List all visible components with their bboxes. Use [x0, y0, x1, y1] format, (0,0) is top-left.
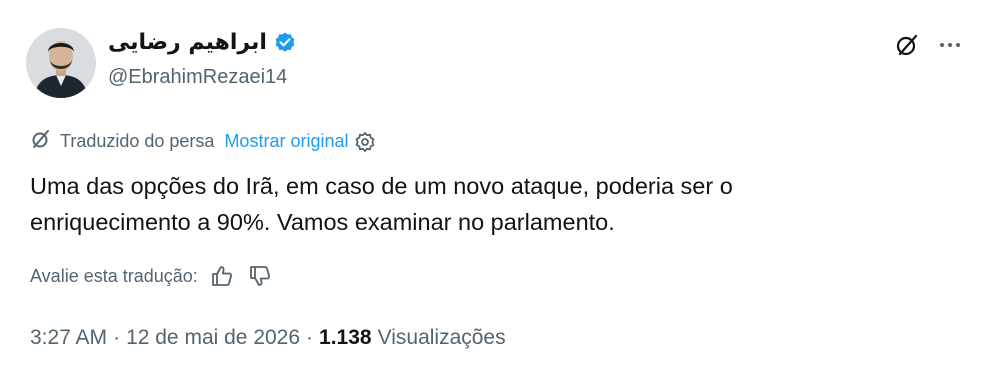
tweet-time[interactable]: 3:27 AM — [30, 326, 107, 350]
translation-note: Traduzido do persa — [60, 131, 215, 151]
translate-icon — [30, 128, 52, 155]
grok-icon[interactable] — [894, 32, 920, 58]
tweet-text: Uma das opções do Irã, em caso de um nov… — [30, 168, 930, 240]
tweet-date[interactable]: 12 de mai de 2026 — [126, 326, 300, 350]
verified-badge-icon[interactable] — [273, 31, 297, 55]
views-label: Visualizações — [377, 326, 506, 349]
avatar[interactable] — [26, 28, 96, 98]
rate-translation-label: Avalie esta tradução: — [30, 265, 198, 286]
translation-info-row: Traduzido do persa Mostrar original — [30, 128, 376, 155]
author-name[interactable]: ابراهیم رضایی — [108, 30, 267, 55]
views-count: 1.138 — [319, 326, 372, 349]
thumbs-down-icon[interactable] — [248, 264, 272, 288]
tweet-meta-row: 3:27 AM · 12 de mai de 2026 · 1.138 Visu… — [30, 326, 506, 350]
author-name-row[interactable]: ابراهیم رضایی — [108, 30, 297, 55]
thumbs-up-icon[interactable] — [210, 264, 234, 288]
gear-icon[interactable] — [354, 131, 376, 153]
rate-translation-row: Avalie esta tradução: — [30, 264, 272, 288]
show-original-link[interactable]: Mostrar original — [224, 131, 348, 152]
more-icon[interactable] — [938, 33, 962, 57]
tweet-text-line: enriquecimento a 90%. Vamos examinar no … — [30, 209, 615, 235]
meta-separator: · — [306, 326, 314, 349]
tweet-top-actions — [894, 32, 962, 58]
tweet-text-line: Uma das opções do Irã, em caso de um nov… — [30, 173, 733, 199]
meta-separator: · — [113, 326, 121, 349]
avatar-photo — [26, 28, 96, 98]
author-handle[interactable]: @EbrahimRezaei14 — [108, 66, 287, 89]
